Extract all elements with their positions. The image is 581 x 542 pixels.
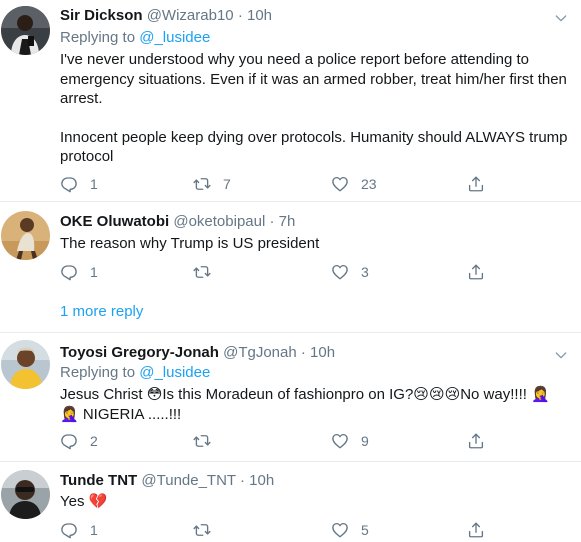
tweet-header: OKE Oluwatobi @oketobipaul · 7h: [60, 212, 295, 232]
reply-button[interactable]: 1: [60, 174, 98, 194]
share-icon: [467, 263, 485, 281]
show-more-replies-link[interactable]: 1 more reply: [60, 302, 143, 322]
retweet-icon: [193, 521, 211, 539]
like-button[interactable]: 3: [331, 262, 369, 282]
timestamp[interactable]: 10h: [249, 472, 274, 489]
reply-icon: [60, 263, 78, 281]
reply-button[interactable]: 2: [60, 431, 98, 451]
timestamp[interactable]: 7h: [279, 213, 296, 230]
share-button[interactable]: [467, 431, 485, 451]
separator-dot: ·: [237, 7, 243, 24]
caret-down-icon[interactable]: [553, 10, 569, 26]
retweet-icon: [193, 263, 211, 281]
tweet-text: Yes 💔: [60, 492, 575, 512]
retweet-icon: [193, 432, 211, 450]
avatar[interactable]: [1, 340, 50, 389]
display-name[interactable]: Tunde TNT: [60, 472, 137, 489]
tweet-sir-dickson[interactable]: Sir Dickson @Wizarab10 · 10h Replying to…: [0, 0, 581, 200]
reply-count: 2: [90, 433, 98, 449]
like-icon: [331, 521, 349, 539]
replying-to-handle[interactable]: @_lusidee: [139, 29, 210, 46]
tweet-header: Toyosi Gregory-Jonah @TgJonah · 10h: [60, 343, 335, 363]
tweet-paragraph: Innocent people keep dying over protocol…: [60, 128, 568, 166]
share-icon: [467, 175, 485, 193]
retweet-button[interactable]: 7: [193, 174, 231, 194]
user-handle[interactable]: @Wizarab10: [147, 7, 234, 24]
reply-button[interactable]: 1: [60, 520, 98, 540]
separator-dot: ·: [269, 213, 275, 230]
retweet-count: 7: [223, 176, 231, 192]
share-icon: [467, 432, 485, 450]
tweet-tunde-tnt[interactable]: Tunde TNT @Tunde_TNT · 10h Yes 💔 1 5: [0, 462, 581, 542]
reply-count: 1: [90, 264, 98, 280]
tweet-text: The reason why Trump is US president: [60, 234, 575, 254]
retweet-button[interactable]: [193, 262, 211, 282]
share-icon: [467, 521, 485, 539]
user-handle[interactable]: @oketobipaul: [173, 213, 265, 230]
replying-to: Replying to @_lusidee: [60, 363, 210, 383]
tweet-header: Sir Dickson @Wizarab10 · 10h: [60, 6, 272, 26]
replying-to-label: Replying to: [60, 364, 140, 381]
reply-icon: [60, 175, 78, 193]
separator-dot: ·: [240, 472, 245, 489]
retweet-button[interactable]: [193, 520, 211, 540]
reply-count: 1: [90, 522, 98, 538]
timestamp[interactable]: 10h: [310, 344, 335, 361]
like-count: 5: [361, 522, 369, 538]
reply-count: 1: [90, 176, 98, 192]
timestamp[interactable]: 10h: [247, 7, 272, 24]
share-button[interactable]: [467, 262, 485, 282]
separator-dot: ·: [300, 344, 306, 361]
replying-to-label: Replying to: [60, 29, 140, 46]
action-bar: 1 5: [60, 520, 500, 540]
like-icon: [331, 432, 349, 450]
display-name[interactable]: Toyosi Gregory-Jonah: [60, 344, 219, 361]
replying-to: Replying to @_lusidee: [60, 28, 210, 48]
tweet-paragraph: I've never understood why you need a pol…: [60, 51, 567, 107]
avatar[interactable]: [1, 6, 50, 55]
tweet-text: Jesus Christ 😳Is this Moradeun of fashio…: [60, 385, 575, 424]
user-handle[interactable]: @Tunde_TNT: [141, 472, 235, 489]
tweet-header: Tunde TNT @Tunde_TNT · 10h: [60, 471, 274, 491]
reply-icon: [60, 432, 78, 450]
tweet-line: Jesus Christ 😳Is this Moradeun of fashio…: [60, 386, 550, 403]
action-bar: 1 7 23: [60, 174, 500, 194]
reply-icon: [60, 521, 78, 539]
like-button[interactable]: 23: [331, 174, 377, 194]
tweet-text: I've never understood why you need a pol…: [60, 50, 575, 167]
action-bar: 1 3: [60, 262, 500, 282]
tweet-paragraph: The reason why Trump is US president: [60, 235, 320, 252]
like-icon: [331, 263, 349, 281]
like-count: 3: [361, 264, 369, 280]
avatar[interactable]: [1, 211, 50, 260]
replying-to-handle[interactable]: @_lusidee: [139, 364, 210, 381]
share-button[interactable]: [467, 520, 485, 540]
caret-down-icon[interactable]: [553, 347, 569, 363]
tweet-line: 🤦‍♀️ NIGERIA .....!!!: [60, 405, 182, 423]
display-name[interactable]: OKE Oluwatobi: [60, 213, 169, 230]
tweet-paragraph: Yes 💔: [60, 493, 108, 510]
retweet-icon: [193, 175, 211, 193]
tweet-toyosi-gregory-jonah[interactable]: Toyosi Gregory-Jonah @TgJonah · 10h Repl…: [0, 333, 581, 461]
action-bar: 2 9: [60, 431, 500, 451]
like-button[interactable]: 9: [331, 431, 369, 451]
like-icon: [331, 175, 349, 193]
reply-button[interactable]: 1: [60, 262, 98, 282]
like-button[interactable]: 5: [331, 520, 369, 540]
user-handle[interactable]: @TgJonah: [223, 344, 297, 361]
share-button[interactable]: [467, 174, 485, 194]
retweet-button[interactable]: [193, 431, 211, 451]
avatar[interactable]: [1, 470, 50, 519]
display-name[interactable]: Sir Dickson: [60, 7, 143, 24]
like-count: 23: [361, 176, 377, 192]
like-count: 9: [361, 433, 369, 449]
